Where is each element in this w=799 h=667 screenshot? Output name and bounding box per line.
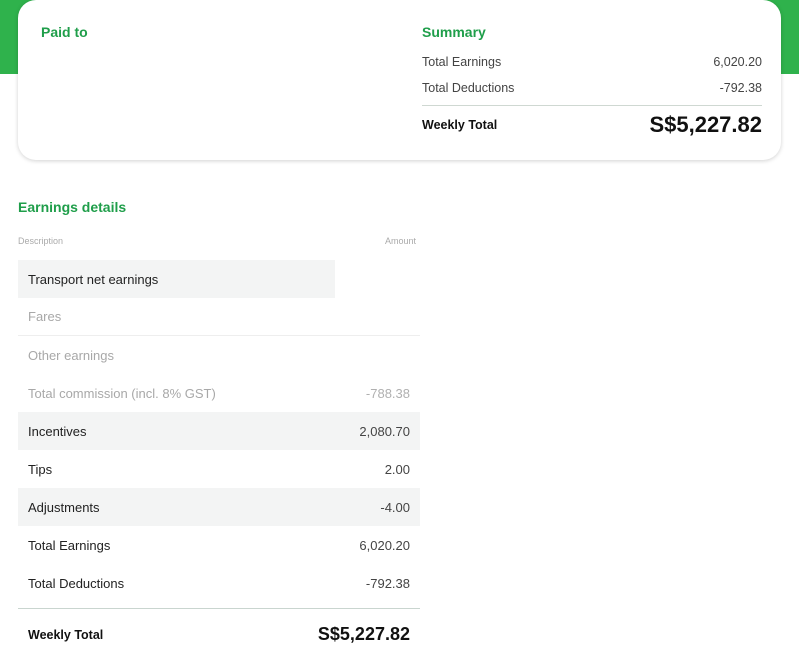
row-label: Adjustments — [28, 499, 100, 515]
summary-row-total-deductions: Total Deductions -792.38 — [422, 81, 762, 106]
row-label: Total Earnings — [28, 537, 111, 553]
weekly-total-amount: S$5,227.82 — [317, 624, 410, 644]
table-row: Tips 2.00 — [18, 450, 420, 488]
earnings-table: Transport net earnings Fares Other earni… — [18, 260, 420, 660]
summary-row-label: Total Earnings — [422, 55, 502, 69]
table-row: Adjustments -4.00 — [18, 488, 420, 526]
table-row: Total commission (incl. 8% GST) -788.38 — [18, 374, 420, 412]
row-label: Tips — [28, 461, 53, 477]
weekly-total-row: Weekly Total S$5,227.82 — [18, 608, 420, 660]
summary-title: Summary — [422, 24, 486, 40]
paid-to-label: Paid to — [41, 24, 88, 40]
row-amount: -792.38 — [365, 575, 410, 591]
summary-panel: Summary Total Earnings 6,020.20 Total De… — [422, 24, 762, 138]
summary-weekly-total: Weekly Total S$5,227.82 — [422, 112, 762, 138]
column-header-description: Description — [18, 236, 64, 246]
row-amount: 6,020.20 — [359, 537, 410, 553]
row-amount: -788.38 — [365, 385, 410, 401]
column-header-amount: Amount — [385, 236, 417, 246]
summary-total-label: Weekly Total — [422, 118, 498, 132]
summary-row-value: 6,020.20 — [713, 55, 762, 69]
row-label: Fares — [28, 309, 62, 324]
row-label: Incentives — [28, 423, 87, 439]
summary-card: Paid to Summary Total Earnings 6,020.20 … — [18, 0, 781, 160]
table-row: Total Earnings 6,020.20 — [18, 526, 420, 564]
earnings-details-title: Earnings details — [18, 199, 127, 215]
table-row: Total Deductions -792.38 — [18, 564, 420, 602]
table-row: Fares — [18, 298, 420, 336]
table-row: Transport net earnings — [18, 260, 335, 298]
summary-row-total-earnings: Total Earnings 6,020.20 — [422, 55, 762, 69]
summary-total-amount: S$5,227.82 — [649, 112, 762, 137]
row-label: Transport net earnings — [28, 271, 159, 287]
row-label: Total Deductions — [28, 575, 125, 591]
row-amount: -4.00 — [380, 499, 410, 515]
row-amount: 2,080.70 — [359, 423, 410, 439]
weekly-total-label: Weekly Total — [28, 627, 104, 642]
table-row: Incentives 2,080.70 — [18, 412, 420, 450]
table-row: Other earnings — [18, 336, 420, 374]
summary-row-value: -792.38 — [719, 81, 762, 95]
row-label: Other earnings — [28, 347, 114, 363]
row-amount: 2.00 — [384, 461, 410, 477]
summary-row-label: Total Deductions — [422, 81, 515, 95]
row-label: Total commission (incl. 8% GST) — [28, 385, 216, 401]
